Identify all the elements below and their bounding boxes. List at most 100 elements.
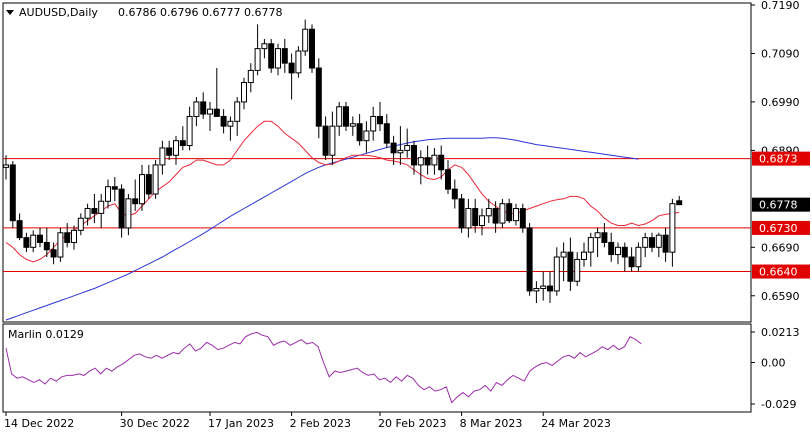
candle-body [567, 251, 574, 282]
candle [343, 101, 349, 131]
ohlc-readout: 0.6786 0.6796 0.6777 0.6778 [118, 6, 282, 19]
candle-body [492, 208, 499, 224]
candle-body [547, 285, 553, 292]
current-price-label: 0.6778 [759, 199, 798, 212]
candle-body [315, 67, 322, 127]
candle-body [64, 232, 71, 243]
candle-body [417, 157, 424, 166]
candle-body [560, 251, 567, 258]
candle-body [145, 174, 152, 195]
candle-body [186, 115, 193, 147]
candle-body [431, 154, 438, 166]
candle-body [37, 234, 43, 243]
candle-body [628, 256, 635, 268]
y-tick-label: 0.6690 [761, 241, 800, 254]
x-tick-label: 24 Mar 2023 [541, 417, 611, 430]
candle [57, 227, 64, 262]
candle [9, 161, 16, 228]
candle-body [669, 203, 676, 253]
candle-body [451, 188, 458, 200]
y-tick-label: 0.7190 [761, 0, 800, 12]
candle-body [30, 234, 37, 248]
candle-body [50, 249, 57, 258]
candle [635, 242, 642, 272]
candle-body [9, 164, 16, 222]
candle-body [254, 48, 261, 71]
candle-body [621, 246, 628, 258]
candle-body [526, 227, 533, 292]
candle-body [213, 108, 220, 117]
candle-body [16, 220, 23, 239]
candle-body [655, 234, 662, 248]
y-tick-label: 0.7090 [761, 47, 800, 60]
candle-body [343, 106, 349, 127]
candle-body [207, 108, 213, 115]
candle-body [533, 288, 540, 292]
candle-body [377, 115, 383, 125]
chart-root: 0.7190 0.7090 0.6990 0.6890 0.6690 0.6590 0.02… [0, 0, 812, 435]
oscillator-title: Marlin 0.0129 [8, 328, 84, 341]
candle-body [322, 125, 329, 156]
candle-body [309, 28, 315, 69]
candle-body [91, 208, 98, 214]
candle-body [390, 142, 397, 154]
candle-body [601, 232, 608, 243]
candle-body [649, 237, 655, 248]
candle-body [166, 147, 173, 156]
candle-body [662, 234, 669, 253]
candle-body [247, 69, 254, 84]
candle-body [268, 43, 275, 69]
candle-body [411, 145, 417, 166]
candle [315, 58, 322, 139]
price-chart: 0.71900.70900.69900.68900.66900.65900.02… [0, 0, 812, 435]
candle-body [159, 147, 166, 166]
candle-body [540, 285, 547, 290]
candle-body [404, 145, 411, 151]
candle-body [553, 256, 560, 292]
candle [499, 198, 506, 228]
candle-body [594, 232, 601, 239]
level-price-label: 0.6730 [759, 222, 798, 235]
candle-body [200, 101, 207, 115]
candle-body [349, 123, 356, 127]
candle-body [336, 106, 343, 127]
x-tick-label: 8 Mar 2023 [460, 417, 523, 430]
candle-body [519, 208, 526, 229]
candle-body [173, 140, 179, 156]
candle-body [179, 140, 186, 147]
candle-body [424, 157, 431, 166]
candle-body [118, 188, 125, 229]
candle-body [472, 208, 479, 227]
candle-body [275, 48, 281, 69]
candle [309, 24, 315, 73]
candle-body [676, 200, 683, 206]
candle-body [513, 208, 519, 222]
candle-body [288, 62, 295, 74]
candle-body [438, 154, 445, 171]
candle-body [485, 208, 492, 217]
x-tick-label: 17 Jan 2023 [208, 417, 274, 430]
symbol-label: AUDUSD,Daily [19, 6, 98, 19]
candle-body [445, 169, 451, 190]
candle-body [635, 246, 642, 268]
candle-body [241, 82, 247, 103]
candle-body [329, 125, 336, 156]
candle-body [139, 174, 145, 205]
candle-body [193, 101, 200, 117]
oscillator-y-tick-label: -0.029 [761, 398, 796, 411]
candle-body [111, 186, 118, 190]
y-tick-label: 0.6590 [761, 290, 800, 303]
candle-body [465, 208, 472, 229]
candle-body [220, 115, 227, 127]
candle-body [227, 120, 234, 127]
candle-body [57, 232, 64, 258]
candle-body [615, 246, 621, 256]
candle-body [43, 241, 50, 251]
x-tick-label: 30 Dec 2022 [120, 417, 190, 430]
candle-body [77, 217, 84, 231]
candle [152, 160, 159, 199]
candle-body [152, 164, 159, 195]
candle [458, 194, 465, 233]
oscillator-y-tick-label: 0.0213 [761, 326, 800, 339]
candle-body [132, 198, 139, 205]
